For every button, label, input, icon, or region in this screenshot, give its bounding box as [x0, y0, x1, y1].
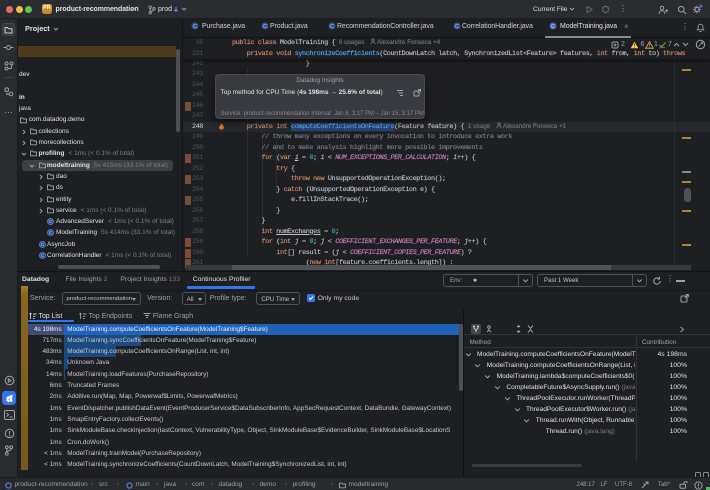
svg-text:C: C — [41, 253, 44, 258]
svg-text:C: C — [263, 24, 267, 30]
svg-text:C: C — [551, 24, 555, 30]
svg-text:C: C — [455, 24, 459, 30]
svg-text:C: C — [49, 231, 52, 236]
svg-text:C: C — [330, 24, 334, 30]
svg-text:C: C — [193, 24, 197, 30]
svg-text:C: C — [49, 219, 52, 224]
svg-text:C: C — [41, 242, 44, 247]
